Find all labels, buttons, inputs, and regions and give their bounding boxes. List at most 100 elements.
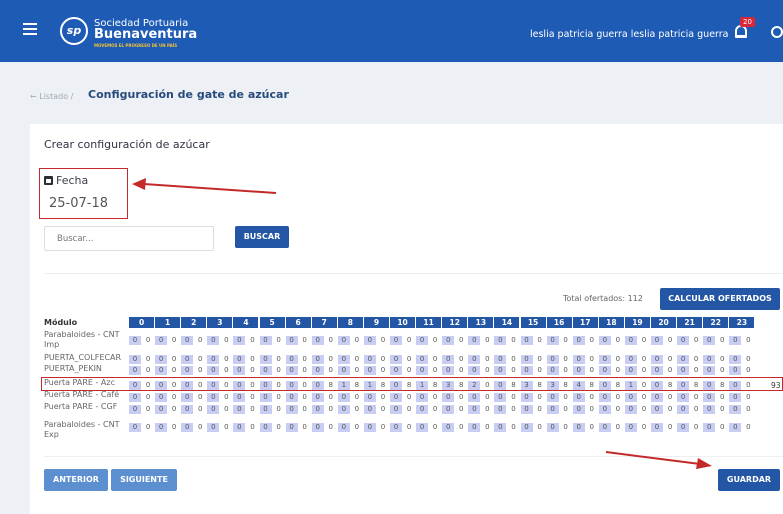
grid-cell[interactable]: 0 (246, 393, 258, 402)
grid-cell[interactable]: 0 (612, 423, 624, 432)
grid-cell[interactable]: 0 (481, 366, 493, 375)
grid-cell[interactable]: 0 (481, 336, 493, 345)
grid-cell[interactable]: 0 (651, 355, 664, 364)
grid-cell[interactable]: 0 (442, 405, 455, 414)
grid-cell[interactable]: 0 (311, 336, 324, 345)
grid-cell[interactable]: 0 (677, 423, 690, 432)
grid-cell[interactable]: 0 (299, 423, 311, 432)
grid-cell[interactable]: 0 (586, 366, 598, 375)
grid-cell[interactable]: 0 (612, 393, 624, 402)
grid-cell[interactable]: 0 (363, 366, 376, 375)
grid-cell[interactable]: 0 (259, 423, 272, 432)
grid-cell[interactable]: 0 (207, 423, 220, 432)
grid-cell[interactable]: 0 (233, 393, 246, 402)
grid-cell[interactable]: 0 (703, 336, 716, 345)
grid-cell[interactable]: 0 (468, 355, 481, 364)
grid-cell[interactable]: 0 (337, 423, 350, 432)
grid-cell[interactable]: 0 (337, 393, 350, 402)
grid-cell[interactable]: 0 (624, 423, 637, 432)
grid-cell[interactable]: 0 (520, 405, 533, 414)
grid-cell[interactable]: 0 (429, 423, 441, 432)
grid-cell[interactable]: 0 (742, 366, 754, 375)
grid-cell[interactable]: 0 (455, 423, 467, 432)
grid-cell[interactable]: 0 (481, 405, 493, 414)
grid-cell[interactable]: 0 (273, 405, 285, 414)
grid-cell[interactable]: 0 (273, 423, 285, 432)
grid-cell[interactable]: 0 (534, 393, 546, 402)
grid-cell[interactable]: 0 (299, 336, 311, 345)
grid-cell[interactable]: 0 (299, 405, 311, 414)
grid-cell[interactable]: 0 (638, 366, 650, 375)
grid-cell[interactable]: 0 (363, 336, 376, 345)
grid-cell[interactable]: 0 (742, 355, 754, 364)
grid-cell[interactable]: 0 (677, 355, 690, 364)
grid-cell[interactable]: 0 (351, 336, 363, 345)
grid-cell[interactable]: 0 (351, 405, 363, 414)
grid-cell[interactable]: 0 (520, 423, 533, 432)
grid-cell[interactable]: 0 (651, 336, 664, 345)
grid-cell[interactable]: 0 (259, 393, 272, 402)
grid-cell[interactable]: 0 (337, 366, 350, 375)
grid-cell[interactable]: 0 (325, 336, 337, 345)
search-input[interactable] (44, 226, 214, 251)
fecha-value[interactable]: 25-07-18 (49, 196, 108, 211)
grid-cell[interactable]: 0 (534, 405, 546, 414)
grid-cell[interactable]: 0 (468, 393, 481, 402)
grid-cell[interactable]: 0 (129, 405, 142, 414)
grid-cell[interactable]: 0 (390, 423, 403, 432)
grid-cell[interactable]: 0 (560, 336, 572, 345)
grid-cell[interactable]: 0 (233, 336, 246, 345)
grid-cell[interactable]: 0 (494, 366, 507, 375)
grid-cell[interactable]: 0 (142, 355, 154, 364)
grid-cell[interactable]: 0 (572, 423, 585, 432)
grid-cell[interactable]: 0 (246, 336, 258, 345)
grid-cell[interactable]: 0 (351, 423, 363, 432)
grid-cell[interactable]: 0 (494, 393, 507, 402)
grid-cell[interactable]: 0 (677, 393, 690, 402)
grid-cell[interactable]: 0 (729, 423, 742, 432)
grid-cell[interactable]: 0 (520, 355, 533, 364)
grid-cell[interactable]: 0 (377, 366, 389, 375)
grid-cell[interactable]: 0 (207, 336, 220, 345)
grid-cell[interactable]: 0 (455, 366, 467, 375)
grid-cell[interactable]: 0 (520, 366, 533, 375)
grid-cell[interactable]: 0 (351, 393, 363, 402)
grid-cell[interactable]: 0 (572, 405, 585, 414)
grid-cell[interactable]: 0 (246, 423, 258, 432)
grid-cell[interactable]: 0 (651, 423, 664, 432)
grid-cell[interactable]: 0 (403, 355, 415, 364)
grid-cell[interactable]: 0 (572, 393, 585, 402)
grid-cell[interactable]: 0 (429, 393, 441, 402)
grid-cell[interactable]: 0 (285, 405, 298, 414)
grid-cell[interactable]: 0 (155, 405, 168, 414)
grid-cell[interactable]: 0 (638, 423, 650, 432)
grid-cell[interactable]: 0 (155, 336, 168, 345)
grid-cell[interactable]: 0 (299, 366, 311, 375)
grid-cell[interactable]: 0 (363, 355, 376, 364)
grid-cell[interactable]: 0 (233, 355, 246, 364)
grid-cell[interactable]: 0 (716, 405, 728, 414)
grid-cell[interactable]: 0 (194, 423, 206, 432)
grid-cell[interactable]: 0 (390, 336, 403, 345)
grid-cell[interactable]: 0 (586, 393, 598, 402)
grid-cell[interactable]: 0 (181, 423, 194, 432)
grid-cell[interactable]: 0 (534, 336, 546, 345)
grid-cell[interactable]: 0 (651, 393, 664, 402)
grid-cell[interactable]: 0 (664, 405, 676, 414)
grid-cell[interactable]: 0 (416, 336, 429, 345)
grid-cell[interactable]: 0 (481, 355, 493, 364)
grid-cell[interactable]: 0 (716, 336, 728, 345)
grid-cell[interactable]: 0 (311, 366, 324, 375)
logo[interactable]: sp (60, 17, 88, 45)
grid-cell[interactable]: 0 (716, 393, 728, 402)
grid-cell[interactable]: 0 (325, 355, 337, 364)
grid-cell[interactable]: 0 (598, 393, 611, 402)
grid-cell[interactable]: 0 (259, 355, 272, 364)
grid-cell[interactable]: 0 (285, 366, 298, 375)
grid-cell[interactable]: 0 (285, 355, 298, 364)
user-name[interactable]: leslia patricia guerra leslia patricia g… (530, 29, 729, 40)
grid-cell[interactable]: 0 (638, 405, 650, 414)
grid-cell[interactable]: 0 (181, 393, 194, 402)
grid-cell[interactable]: 0 (377, 336, 389, 345)
grid-cell[interactable]: 0 (638, 393, 650, 402)
